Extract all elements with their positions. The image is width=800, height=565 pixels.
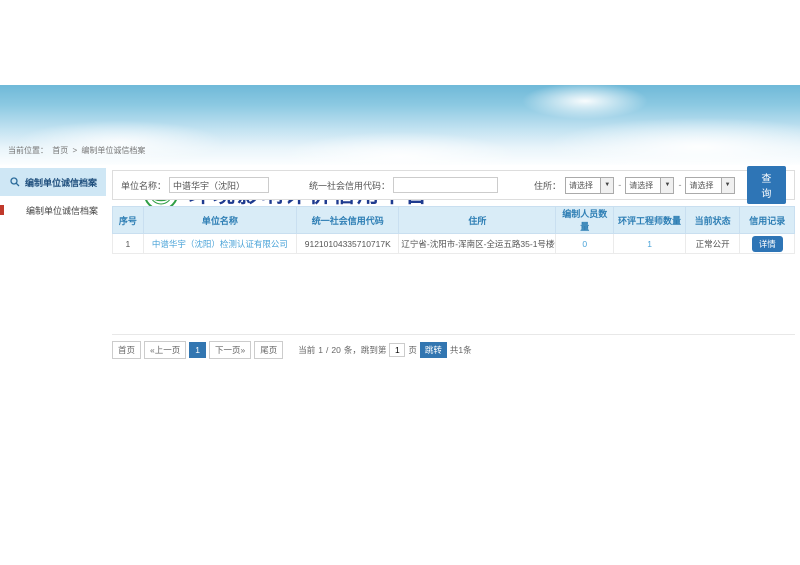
district-select[interactable]: 请选择 ▼ [685,177,734,194]
sidebar-item-label: 编制单位诚信档案 [26,204,98,217]
unit-name-input[interactable] [169,177,269,193]
current-page-button[interactable]: 1 [189,342,206,358]
select-separator: - [618,180,621,190]
address-label: 住所： [534,179,561,192]
search-form: 单位名称： 统一社会信用代码： 住所： 请选择 ▼ - 请选择 ▼ - 请选择 … [112,170,795,200]
city-select-value: 请选择 [629,180,653,191]
jump-button[interactable]: 跳转 [420,342,447,358]
red-marker-icon [0,205,4,215]
breadcrumb: 当前位置： 首页 > 编制单位诚信档案 [8,145,147,156]
cell-credit-code: 91210104335710717K [297,234,399,254]
col-credit-record: 信用记录 [740,207,795,234]
breadcrumb-home-link[interactable]: 首页 [52,146,68,155]
detail-button[interactable]: 详情 [752,236,783,252]
sidebar-item-label: 编制单位诚信档案 [25,176,97,189]
next-page-button[interactable]: 下一页» [209,341,251,359]
sidebar-item-unit-credit-archive-active[interactable]: 编制单位诚信档案 [0,168,106,196]
select-separator: - [678,180,681,190]
last-page-button[interactable]: 尾页 [254,341,283,359]
pagination-page-unit: 页 [408,344,417,356]
pagination-per-page: 20 [331,345,340,355]
breadcrumb-current: 编制单位诚信档案 [81,146,145,155]
chevron-down-icon: ▼ [721,178,734,193]
results-table: 序号 单位名称 统一社会信用代码 住所 编制人员数量 环评工程师数量 当前状态 … [112,206,795,254]
table-empty-area [112,254,795,334]
pagination-slash: / [326,345,328,355]
staff-count-link[interactable]: 0 [582,239,587,249]
prev-page-button[interactable]: «上一页 [144,341,186,359]
cell-status: 正常公开 [685,234,740,254]
table-row: 1 中谱华宇（沈阳）检测认证有限公司 91210104335710717K 辽宁… [113,234,795,254]
sidebar: 编制单位诚信档案 编制单位诚信档案 [0,168,106,224]
col-staff-count: 编制人员数量 [556,207,614,234]
chevron-down-icon: ▼ [660,178,673,193]
breadcrumb-separator: > [72,146,77,155]
province-select-value: 请选择 [569,180,593,191]
pagination-info-middle: 条，跳到第 [344,344,387,356]
sidebar-item-unit-credit-archive[interactable]: 编制单位诚信档案 [0,196,106,224]
chevron-down-icon: ▼ [600,178,613,193]
province-select[interactable]: 请选择 ▼ [565,177,614,194]
unit-name-label: 单位名称： [121,179,166,192]
city-select[interactable]: 请选择 ▼ [625,177,674,194]
pagination-info: 当前 1 / 20 条，跳到第 页 跳转 共1条 [298,342,474,358]
col-index: 序号 [113,207,144,234]
credit-code-label: 统一社会信用代码： [309,179,390,192]
col-address: 住所 [399,207,556,234]
col-engineer-count: 环评工程师数量 [614,207,686,234]
breadcrumb-label: 当前位置： [8,146,48,155]
col-credit-code: 统一社会信用代码 [297,207,399,234]
query-button[interactable]: 查询 [747,166,786,204]
pagination-current-num: 1 [318,345,323,355]
page: 环境影响评价信用平台 当前位置： 首页 > 编制单位诚信档案 编制单位诚信档案 … [0,0,800,565]
cell-address: 辽宁省-沈阳市-浑南区-全运五路35-1号楼902 [399,234,556,254]
engineer-count-link[interactable]: 1 [647,239,652,249]
table-header-row: 序号 单位名称 统一社会信用代码 住所 编制人员数量 环评工程师数量 当前状态 … [113,207,795,234]
cell-index: 1 [113,234,144,254]
district-select-value: 请选择 [689,180,713,191]
first-page-button[interactable]: 首页 [112,341,141,359]
credit-code-input[interactable] [393,177,498,193]
unit-name-link[interactable]: 中谱华宇（沈阳）检测认证有限公司 [152,239,288,249]
pagination: 首页 «上一页 1 下一页» 尾页 当前 1 / 20 条，跳到第 页 跳转 共… [112,334,795,359]
jump-page-input[interactable] [389,343,405,357]
search-icon [10,177,20,187]
main-content: 单位名称： 统一社会信用代码： 住所： 请选择 ▼ - 请选择 ▼ - 请选择 … [112,170,795,359]
pagination-total: 共1条 [450,344,472,356]
pagination-info-prefix: 当前 [298,344,315,356]
col-status: 当前状态 [685,207,740,234]
col-unit-name: 单位名称 [143,207,296,234]
